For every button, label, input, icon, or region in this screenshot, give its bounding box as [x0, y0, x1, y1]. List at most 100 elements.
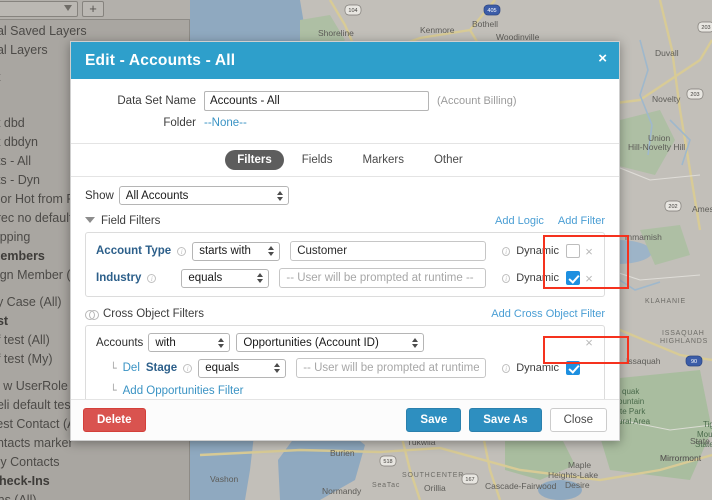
- map-place-label: Issaquah: [626, 356, 661, 366]
- field-filters-links: Add Logic Add Filter: [495, 215, 605, 227]
- dynamic-label: Dynamic: [516, 272, 559, 284]
- cross-object-prefix: Accounts: [96, 336, 144, 349]
- cross-object-relation-select[interactable]: with: [148, 333, 231, 352]
- dataset-name-label: Data Set Name: [117, 95, 196, 107]
- cross-object-filters-box: Accounts with Opportunities (Account ID)…: [85, 325, 605, 405]
- filter-operator-select[interactable]: starts with: [192, 241, 281, 261]
- cross-object-relation-value: with: [155, 336, 176, 349]
- delete-button[interactable]: Delete: [83, 408, 146, 432]
- cross-object-object-select[interactable]: Opportunities (Account ID): [236, 333, 425, 352]
- dynamic-checkbox[interactable]: [566, 271, 580, 285]
- app-root: Shoreline Kenmore Bothell Woodinville Duvall…: [0, 0, 712, 500]
- map-place-label: Heights-Lake: [548, 470, 598, 480]
- layer-list-item[interactable]: nal Saved Layers: [0, 22, 190, 41]
- add-opportunities-filter-link[interactable]: Add Opportunities Filter: [123, 385, 244, 397]
- add-logic-link[interactable]: Add Logic: [495, 215, 544, 227]
- tab-fields[interactable]: Fields: [290, 150, 345, 170]
- add-sub-filter-row: └ Add Opportunities Filter: [96, 384, 598, 397]
- map-place-label: mmamish: [625, 232, 662, 242]
- layer-search-input[interactable]: [0, 1, 78, 17]
- folder-row: Folder --None--: [71, 117, 619, 129]
- close-icon[interactable]: ×: [598, 51, 607, 67]
- map-route-shield: 203: [686, 88, 704, 100]
- map-route-shield: 203: [697, 21, 712, 33]
- add-filter-link[interactable]: Add Filter: [558, 215, 605, 227]
- remove-filter-icon[interactable]: ×: [580, 244, 598, 259]
- dynamic-group: i Dynamic: [496, 271, 580, 285]
- dynamic-checkbox[interactable]: [566, 361, 580, 375]
- folder-label: Folder: [163, 117, 196, 129]
- tab-filters[interactable]: Filters: [225, 150, 284, 170]
- filter-operator-value: equals: [188, 272, 223, 284]
- add-cross-object-filter-link[interactable]: Add Cross Object Filter: [491, 308, 605, 320]
- tab-markers[interactable]: Markers: [350, 150, 416, 170]
- cross-object-filters-title: Cross Object Filters: [103, 308, 204, 320]
- show-select-value: All Accounts: [125, 189, 189, 202]
- stepper-arrows-icon: [412, 337, 419, 348]
- delete-sub-filter-link[interactable]: Del: [123, 362, 140, 374]
- info-icon[interactable]: i: [147, 273, 157, 283]
- map-place-label: ural Area: [618, 417, 651, 426]
- close-button[interactable]: Close: [549, 408, 607, 432]
- map-route-shield: 202: [664, 200, 682, 212]
- sub-filter-value-input[interactable]: [296, 358, 486, 378]
- show-label: Show: [85, 189, 114, 202]
- sub-filter-field-label: Stage: [145, 362, 178, 374]
- info-icon[interactable]: i: [183, 363, 193, 373]
- cross-object-row: Accounts with Opportunities (Account ID)…: [96, 333, 598, 352]
- dataset-name-input[interactable]: [204, 91, 429, 111]
- info-icon[interactable]: i: [502, 273, 511, 283]
- remove-cross-object-icon[interactable]: ×: [580, 335, 598, 350]
- dynamic-checkbox[interactable]: [566, 244, 580, 258]
- stepper-arrows-icon: [268, 246, 275, 256]
- info-icon[interactable]: i: [177, 246, 187, 256]
- save-as-button[interactable]: Save As: [469, 408, 542, 432]
- map-place-label: HIGHLANDS: [660, 338, 708, 345]
- dynamic-label: Dynamic: [516, 362, 559, 374]
- map-route-shield: 104: [344, 4, 362, 16]
- info-icon[interactable]: i: [502, 363, 511, 373]
- account-billing-note: (Account Billing): [437, 95, 517, 107]
- filter-value-input[interactable]: [279, 268, 486, 288]
- dynamic-label: Dynamic: [516, 245, 559, 257]
- map-place-label: Desire: [565, 480, 590, 490]
- tab-other[interactable]: Other: [422, 150, 475, 170]
- layer-list-item[interactable]: Check-Ins: [0, 472, 190, 491]
- filter-field-label: Industry: [96, 272, 142, 284]
- stepper-arrows-icon: [276, 190, 283, 201]
- map-place-label: Duvall: [655, 48, 679, 58]
- map-route-number: 203: [690, 92, 699, 98]
- remove-filter-icon[interactable]: ×: [580, 271, 598, 286]
- map-place-label: Cascade-Fairwood: [485, 481, 557, 491]
- map-place-label: Normandy: [322, 486, 362, 496]
- map-place-label: Hill-Novelty Hill: [628, 142, 685, 152]
- filter-row: Industry i equals i Dynamic ×: [96, 267, 598, 289]
- show-select[interactable]: All Accounts: [118, 186, 289, 205]
- dataset-name-block: Data Set Name (Account Billing) Folder -…: [71, 79, 619, 144]
- venn-icon: [85, 309, 99, 320]
- map-route-number: 90: [691, 359, 697, 365]
- map-place-label: Mirrormont: [660, 453, 702, 463]
- map-place-label: SeaTac: [372, 482, 400, 489]
- map-place-label: State: [690, 436, 710, 446]
- map-place-label: ISSAQUAH: [662, 330, 705, 337]
- layer-list-item[interactable]: -Ins (All): [0, 491, 190, 500]
- map-route-shield: 405: [483, 4, 501, 16]
- map-route-shield: 90: [685, 355, 703, 367]
- info-icon[interactable]: i: [502, 246, 511, 256]
- map-route-number: 203: [701, 25, 710, 31]
- filter-field-label: Account Type: [96, 245, 172, 257]
- sub-filter-operator-select[interactable]: equals: [198, 358, 287, 378]
- folder-value-link[interactable]: --None--: [204, 117, 247, 129]
- filter-operator-value: starts with: [199, 245, 251, 257]
- funnel-icon: [64, 5, 72, 11]
- filter-operator-select[interactable]: equals: [181, 268, 270, 288]
- dialog-header: Edit - Accounts - All ×: [71, 42, 619, 79]
- save-button[interactable]: Save: [406, 408, 462, 432]
- cross-object-object-value: Opportunities (Account ID): [243, 336, 379, 349]
- map-place-label: Orillia: [424, 483, 446, 493]
- elbow-icon: └: [110, 361, 117, 375]
- filter-value-input[interactable]: [290, 241, 486, 261]
- add-layer-button[interactable]: +: [82, 1, 104, 17]
- map-route-number: 104: [348, 8, 357, 14]
